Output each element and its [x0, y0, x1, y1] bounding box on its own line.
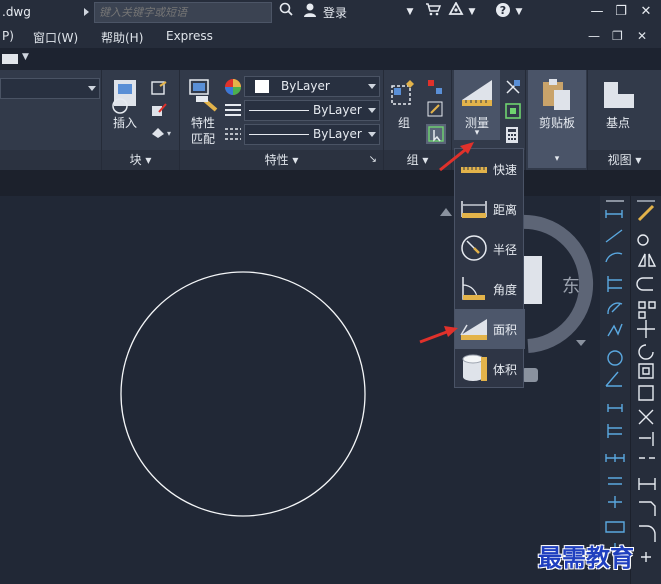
- watermark-logo: 最需教育: [538, 543, 634, 572]
- join-icon: [638, 478, 656, 490]
- dim-jogged-icon: [607, 323, 623, 337]
- dim-linear-icon: [605, 210, 623, 218]
- chamfer-icon: [639, 501, 656, 516]
- tolerance-icon: [605, 521, 625, 533]
- copy-icon: [637, 234, 649, 246]
- toolbar-grip-2: [637, 200, 655, 202]
- move-icon: [637, 320, 655, 338]
- arrow-to-measure-icon: [439, 142, 474, 172]
- offset-icon: [636, 277, 653, 291]
- dim-break-icon: [608, 496, 622, 508]
- arrow-to-area-icon: [419, 326, 458, 344]
- modify-toolbar-left: [600, 196, 630, 584]
- rotate-icon: [638, 344, 654, 360]
- dim-radius-icon: [607, 302, 623, 315]
- explode-icon: [641, 552, 651, 562]
- stretch-icon: [638, 385, 654, 401]
- fillet-icon: [639, 525, 656, 542]
- dim-arc-icon: [605, 252, 623, 263]
- mirror-icon: [637, 253, 657, 267]
- dim-ordinate-icon: [607, 276, 622, 292]
- dim-continue-icon: [605, 454, 625, 462]
- array-icon: [638, 301, 656, 319]
- quick-dim-icon: [607, 404, 623, 412]
- trim-icon: [638, 409, 654, 425]
- erase-icon: [637, 204, 655, 222]
- dim-baseline-icon: [607, 424, 622, 438]
- annotation-arrows: [419, 142, 474, 344]
- dim-space-icon: [608, 477, 622, 485]
- toolbar-grip: [606, 200, 624, 202]
- dim-diameter-icon: [607, 350, 623, 366]
- scale-icon: [638, 363, 654, 379]
- extend-icon: [639, 432, 654, 446]
- modify-toolbar-right: [630, 196, 661, 584]
- dim-angular-icon: [605, 371, 622, 387]
- dim-aligned-icon: [605, 229, 623, 243]
